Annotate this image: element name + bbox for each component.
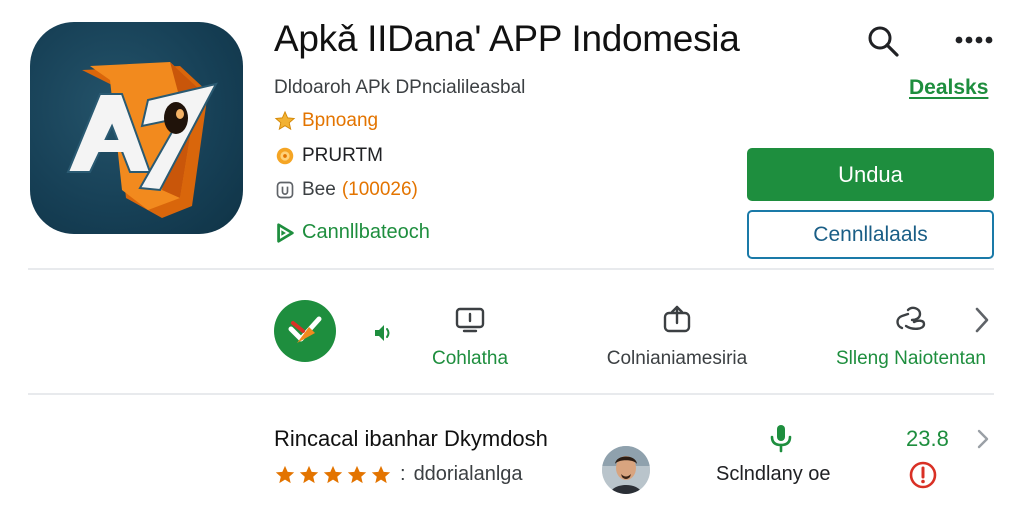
avatar[interactable] [602, 446, 650, 494]
check-arrow-icon[interactable] [274, 300, 336, 362]
label-row: PRURTM [274, 145, 383, 167]
developer-subtitle[interactable]: Dldoaroh APk DPncialileasbal [274, 77, 525, 99]
rating-text: Bpnoang [302, 110, 379, 131]
contained-row[interactable]: Cannllbateoch [274, 221, 430, 244]
alert-icon [908, 460, 938, 490]
review-star-icon [322, 464, 344, 486]
chevron-right-icon[interactable] [968, 305, 996, 335]
review-rating: : ddorialanlga [274, 463, 523, 486]
divider-bottom [28, 393, 994, 395]
app-icon [30, 22, 243, 234]
link-icon [893, 302, 929, 338]
review-separator: : [400, 463, 406, 485]
more-dots-icon[interactable] [948, 20, 998, 60]
rating-row: Bpnoang [274, 110, 378, 132]
details-link[interactable]: Dealsks [909, 76, 988, 100]
badge-icon [274, 145, 296, 167]
play-icon [274, 222, 296, 244]
audio-icon [370, 320, 396, 346]
review-star-icon [370, 464, 392, 486]
secondary-button[interactable]: Cennllalaals [747, 210, 994, 259]
contained-text: Cannllbateoch [302, 221, 430, 243]
review-star-icon [298, 464, 320, 486]
feature-item-2[interactable]: Colnianiamesiria [598, 302, 756, 370]
count-prefix: Bee [302, 179, 336, 200]
install-button[interactable]: Undua [747, 148, 994, 201]
monitor-icon [452, 302, 488, 338]
count-row: Bee (100026) [274, 179, 418, 201]
score-value: 23.8 [906, 426, 949, 451]
mic-icon[interactable] [766, 422, 796, 454]
divider-top [28, 268, 994, 270]
feature-item-1[interactable]: Cohlatha [430, 302, 510, 370]
label-text: PRURTM [302, 145, 383, 166]
review-star-icon [346, 464, 368, 486]
app-title: Apkǎ IIDana' APP Indomesia [274, 18, 740, 59]
user-icon [274, 179, 296, 201]
search-icon[interactable] [862, 20, 904, 62]
star-icon [274, 110, 296, 132]
mic-label: Sclndlany oe [716, 463, 831, 485]
review-star-icon [274, 464, 296, 486]
count-value: (100026) [341, 179, 418, 200]
feature-label-1: Cohlatha [431, 348, 509, 369]
score-chevron-right-icon[interactable] [972, 426, 994, 452]
review-subtitle: ddorialanlga [413, 463, 523, 485]
share-icon [659, 302, 695, 338]
review-title[interactable]: Rincacal ibanhar Dkymdosh [274, 426, 548, 452]
feature-label-2: Colnianiamesiria [606, 348, 748, 369]
feature-label-3: Slleng Naiotentan [836, 348, 986, 369]
